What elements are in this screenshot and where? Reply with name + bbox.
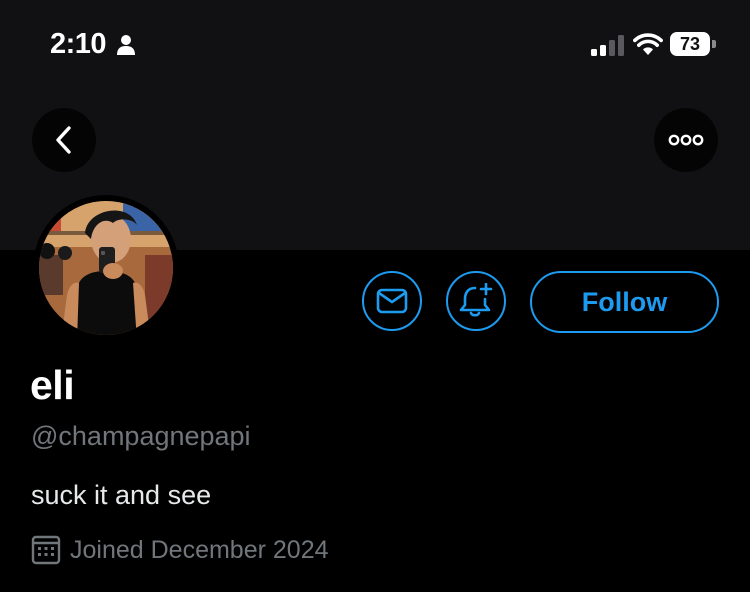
person-icon [117,35,135,55]
notify-button[interactable] [446,271,506,331]
chevron-left-icon [56,126,71,154]
cellular-signal-icon [591,35,624,56]
more-options-button[interactable] [654,108,718,172]
battery-cap [712,40,716,48]
bell-plus-icon [459,283,493,317]
back-button[interactable] [32,108,96,172]
avatar-photo [33,195,179,341]
envelope-icon [376,288,408,314]
battery-icon: 73 [670,32,718,56]
calendar-icon [31,535,61,565]
battery-level: 73 [670,32,710,56]
message-button[interactable] [362,271,422,331]
status-time: 2:10 [50,28,107,60]
profile-bio: suck it and see [31,480,212,510]
profile-handle: @champagnepapi [31,421,251,451]
joined-date: Joined December 2024 [31,534,329,566]
ellipsis-icon [668,134,704,146]
follow-button[interactable]: Follow [530,271,719,333]
display-name: eli [30,362,75,408]
profile-avatar[interactable] [33,195,179,341]
status-bar: 2:10 73 [0,0,750,92]
wifi-icon [633,33,663,55]
joined-label: Joined December 2024 [70,535,329,564]
